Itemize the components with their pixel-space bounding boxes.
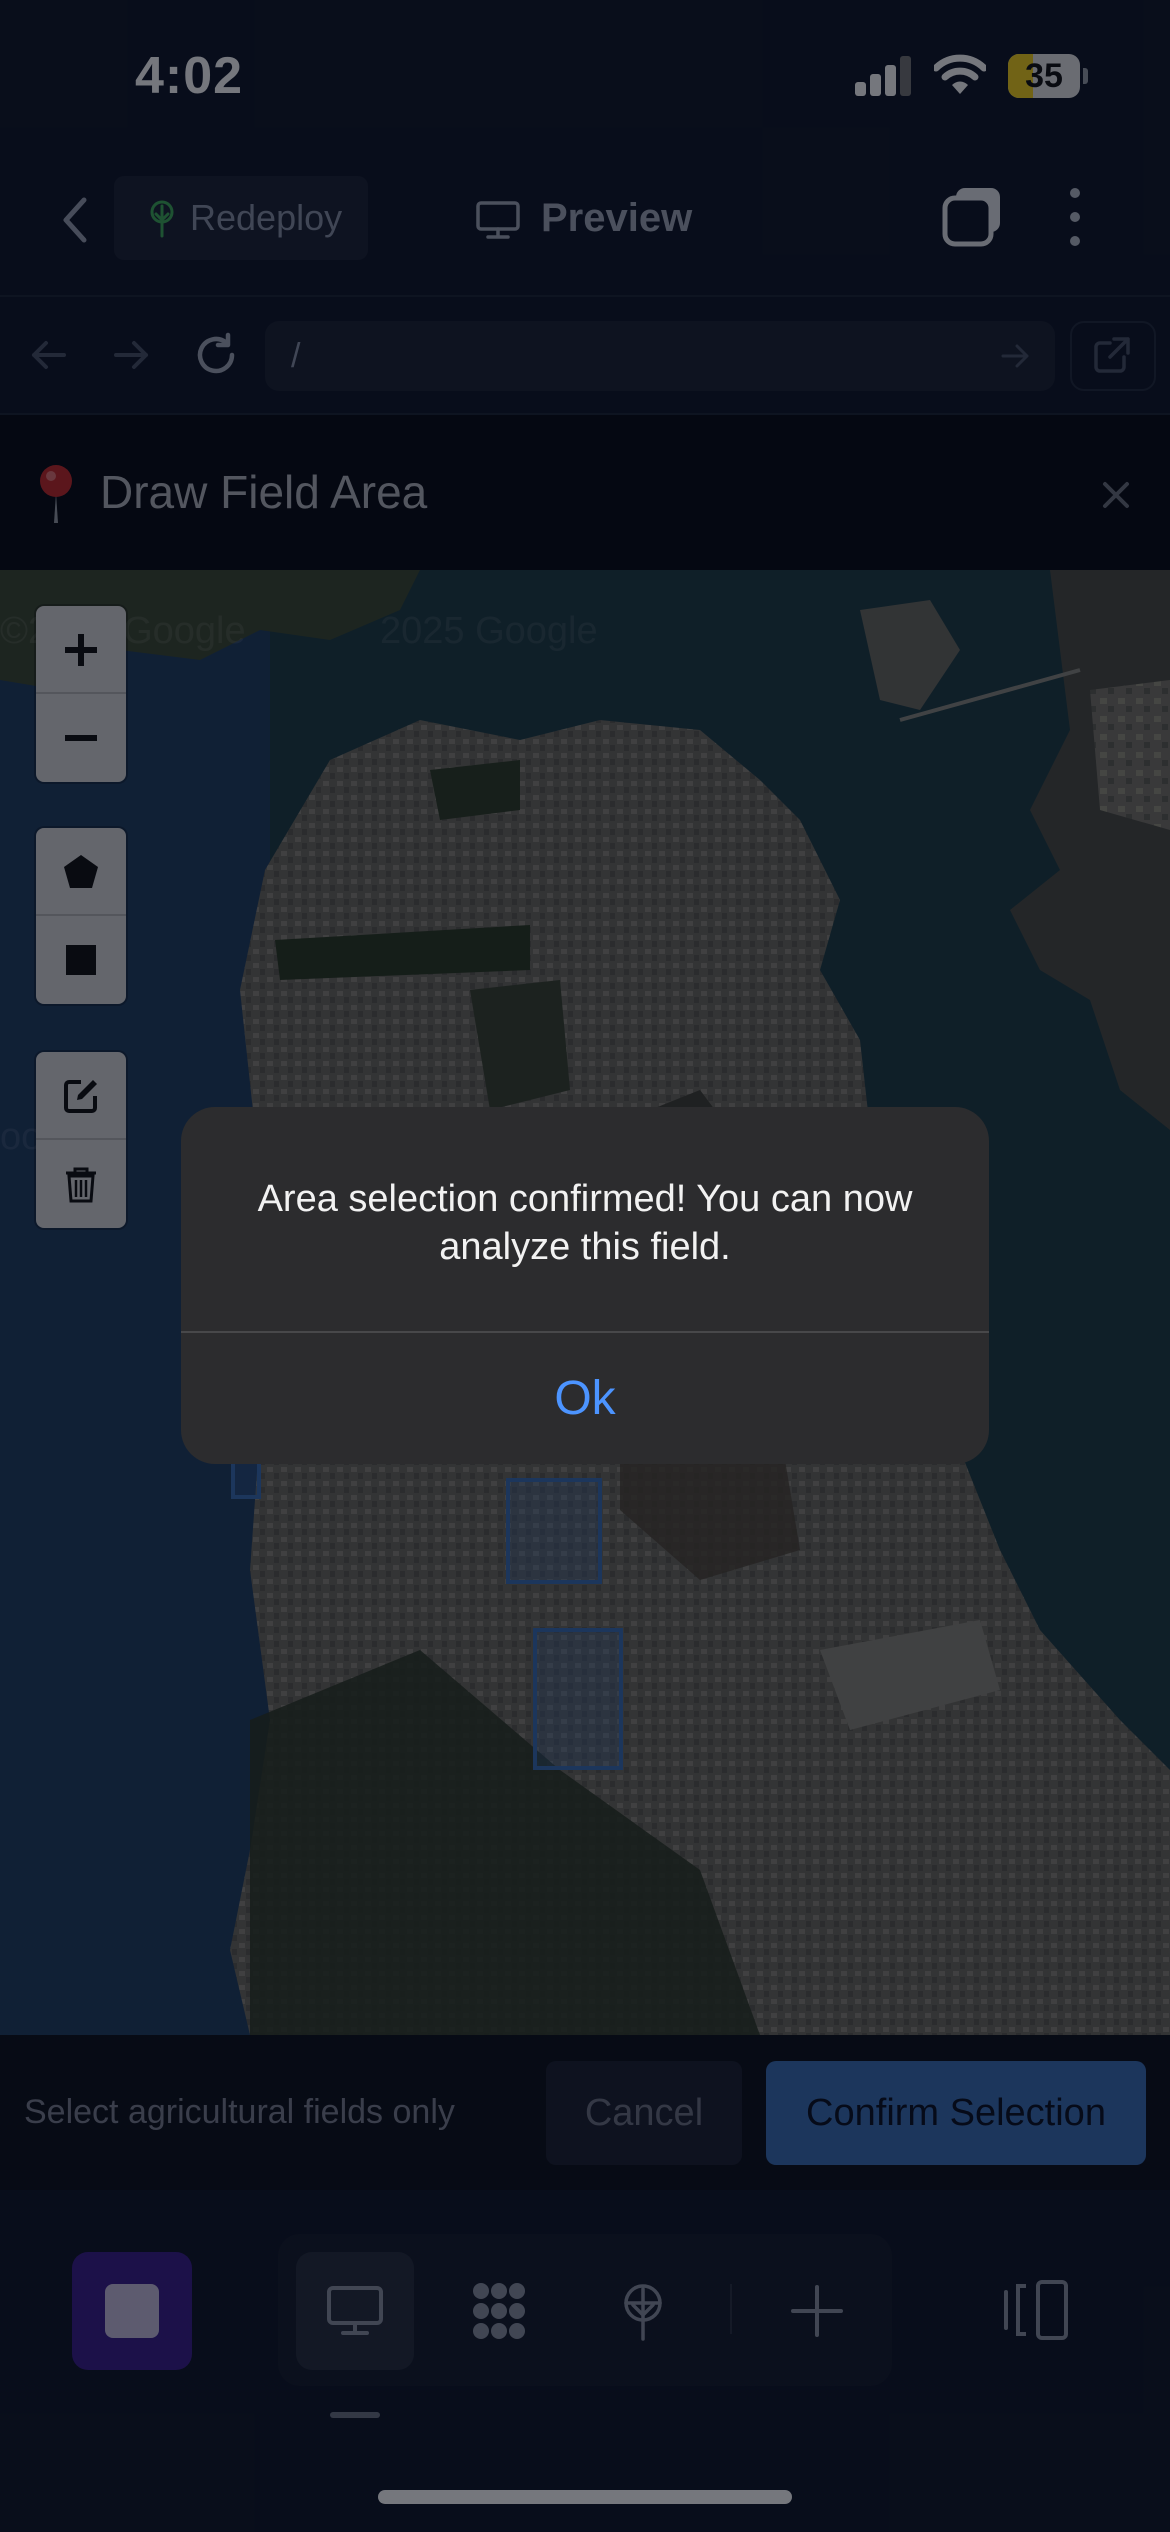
home-indicator[interactable] [378,2490,792,2504]
panels-icon [1004,2280,1068,2340]
plus-icon [791,2285,843,2337]
edit-icon [64,1080,97,1113]
stop-button[interactable] [72,2252,192,2370]
map-pin-icon [40,465,72,523]
modal-title: Draw Field Area [100,466,428,518]
battery-level: 35 [1025,57,1063,95]
draw-polygon-button[interactable] [36,828,126,916]
cancel-button[interactable]: Cancel [546,2061,742,2165]
zoom-control [36,606,126,782]
url-text: / [291,337,301,375]
browser-back-button[interactable] [24,331,72,379]
delete-layers-button[interactable] [36,1140,126,1228]
cellular-signal-icon [855,56,913,96]
plus-icon [65,634,97,666]
more-vertical-icon [1070,188,1080,246]
browser-bar: / [0,295,1170,415]
close-icon[interactable] [1096,475,1136,515]
preview-label: Preview [541,196,693,240]
redeploy-button[interactable]: Redeploy [114,176,368,260]
status-time: 4:02 [135,47,244,105]
tree-icon [150,200,174,238]
app-header: Redeploy Preview [0,150,1170,295]
wifi-icon [932,54,988,96]
tool-group [278,2234,892,2386]
preview-tab[interactable]: Preview [475,176,715,260]
app-screen: 4:02 35 Redeploy Preview / Draw Field Ar… [0,0,1170,2532]
redeploy-label: Redeploy [190,197,343,238]
add-tool-button[interactable] [758,2252,876,2370]
external-link-icon [1094,337,1130,373]
browser-forward-button[interactable] [108,331,156,379]
modal-footer: Select agricultural fields only Cancel C… [0,2035,1170,2190]
arrow-right-icon [114,341,148,369]
deploy-tool-button[interactable] [584,2252,702,2370]
preview-tool-button[interactable] [296,2252,414,2370]
arrow-right-icon[interactable] [997,338,1033,374]
monitor-icon [476,201,520,239]
map-attribution: 2025 Google [380,610,598,652]
reload-button[interactable] [192,331,240,379]
url-field[interactable]: / [265,321,1055,391]
square-icon [66,945,96,975]
alert-dialog: Area selection confirmed! You can now an… [181,1107,989,1464]
reload-icon [197,332,235,374]
stop-icon [105,2284,159,2338]
toolbar-divider [730,2284,732,2334]
alert-message: Area selection confirmed! You can now an… [257,1178,913,1268]
edit-layers-button[interactable] [36,1052,126,1140]
battery-icon: 35 [1008,54,1088,98]
open-external-button[interactable] [1070,321,1156,391]
confirm-selection-button[interactable]: Confirm Selection [766,2061,1146,2165]
tabs-button[interactable] [940,184,1006,250]
tab-indicator [330,2412,380,2418]
chevron-left-icon [63,197,87,243]
status-bar: 4:02 35 [0,0,1170,150]
more-options-button[interactable] [1060,184,1090,250]
footer-hint: Select agricultural fields only [24,2093,455,2131]
apps-icon [473,2283,525,2339]
integrations-tool-button[interactable] [440,2252,558,2370]
minus-icon [65,735,97,741]
trash-icon [66,1167,96,1203]
draw-rectangle-button[interactable] [36,916,126,1004]
tabs-icon [942,188,1000,247]
panels-button[interactable] [1000,2278,1072,2342]
monitor-icon [327,2286,383,2335]
arrow-left-icon [32,341,66,369]
edit-control [36,1052,126,1228]
tree-icon [624,2284,662,2341]
zoom-in-button[interactable] [36,606,126,694]
draw-control [36,828,126,1004]
zoom-out-button[interactable] [36,694,126,782]
back-button[interactable] [50,190,100,250]
polygon-icon [64,855,98,888]
modal-header: Draw Field Area [0,415,1170,570]
bottom-toolbar [0,2190,1170,2532]
alert-ok-button[interactable]: Ok [181,1333,989,1464]
